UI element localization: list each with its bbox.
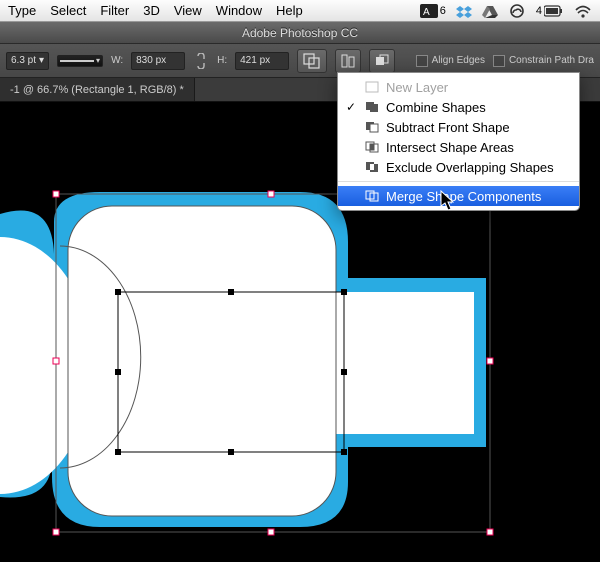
app-title: Adobe Photoshop CC	[242, 26, 358, 40]
merge-shape-icon	[364, 190, 380, 202]
exclude-shape-icon	[364, 161, 380, 173]
check-icon: ✓	[344, 100, 358, 114]
menubar-item[interactable]: Select	[50, 3, 86, 18]
constrain-label: Constrain Path Dra	[509, 55, 594, 66]
height-field[interactable]: 421 px	[235, 52, 289, 70]
align-edges-label: Align Edges	[432, 55, 485, 66]
subtract-shape-icon	[364, 121, 380, 133]
link-wh-icon[interactable]	[193, 51, 209, 71]
menu-item-new-layer: New Layer	[338, 77, 579, 97]
menu-item-merge[interactable]: Merge Shape Components	[338, 186, 579, 206]
wifi-icon[interactable]	[574, 4, 592, 18]
menu-item-exclude[interactable]: Exclude Overlapping Shapes	[338, 157, 579, 177]
constrain-path-checkbox[interactable]: Constrain Path Dra	[493, 55, 594, 67]
height-label: H:	[217, 55, 227, 66]
creative-cloud-icon[interactable]	[508, 4, 526, 18]
combine-shapes-icon	[364, 101, 380, 113]
checkbox-icon	[416, 55, 428, 67]
path-operations-menu: New Layer ✓ Combine Shapes Subtract Fron…	[337, 72, 580, 211]
path-alignment-button[interactable]	[335, 49, 361, 73]
menubar-item[interactable]: Filter	[100, 3, 129, 18]
stroke-style-preview[interactable]: ▾	[57, 55, 103, 67]
menubar-item[interactable]: Type	[8, 3, 36, 18]
document-tab-title: -1 @ 66.7% (Rectangle 1, RGB/8) *	[10, 84, 184, 96]
checkbox-icon	[493, 55, 505, 67]
document-tab[interactable]: -1 @ 66.7% (Rectangle 1, RGB/8) *	[0, 78, 195, 101]
width-field[interactable]: 830 px	[131, 52, 185, 70]
align-edges-checkbox[interactable]: Align Edges	[416, 55, 485, 67]
intersect-shape-icon	[364, 141, 380, 153]
menubar-item[interactable]: View	[174, 3, 202, 18]
menu-item-combine[interactable]: ✓ Combine Shapes	[338, 97, 579, 117]
google-drive-icon[interactable]	[482, 4, 498, 18]
width-label: W:	[111, 55, 123, 66]
mac-menubar: Type Select Filter 3D View Window Help A…	[0, 0, 600, 22]
menu-item-label: Subtract Front Shape	[386, 120, 510, 135]
menubar-item[interactable]: Window	[216, 3, 262, 18]
menu-item-label: New Layer	[386, 80, 448, 95]
adobe-notification-icon[interactable]: A 6	[420, 4, 446, 18]
menu-item-label: Combine Shapes	[386, 100, 486, 115]
menu-item-label: Merge Shape Components	[386, 189, 541, 204]
menu-item-subtract[interactable]: Subtract Front Shape	[338, 117, 579, 137]
battery-count: 4	[536, 5, 542, 17]
menubar-item[interactable]: Help	[276, 3, 303, 18]
stroke-width-field[interactable]: 6.3 pt▾	[6, 52, 49, 70]
app-titlebar: Adobe Photoshop CC	[0, 22, 600, 44]
menu-divider	[338, 181, 579, 182]
dropbox-icon[interactable]	[456, 4, 472, 18]
svg-text:A: A	[423, 7, 430, 18]
menu-item-label: Intersect Shape Areas	[386, 140, 514, 155]
battery-icon[interactable]: 4	[536, 5, 564, 17]
menu-item-label: Exclude Overlapping Shapes	[386, 160, 554, 175]
notification-count: 6	[440, 5, 446, 17]
new-layer-icon	[364, 81, 380, 93]
path-arrangement-button[interactable]	[369, 49, 395, 73]
menubar-item[interactable]: 3D	[143, 3, 160, 18]
path-operations-button[interactable]	[297, 49, 327, 73]
menu-item-intersect[interactable]: Intersect Shape Areas	[338, 137, 579, 157]
